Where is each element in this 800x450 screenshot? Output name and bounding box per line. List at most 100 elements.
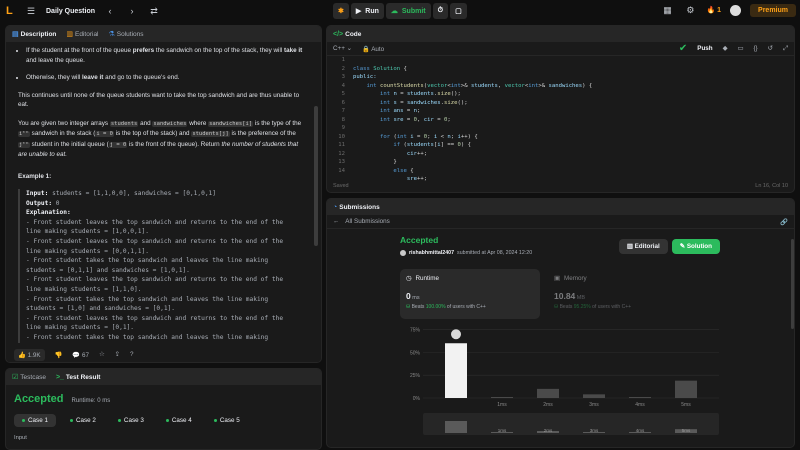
overview-tick-label: 1ms <box>498 428 507 433</box>
y-tick-label: 50% <box>410 350 421 356</box>
chart-bar[interactable] <box>675 380 697 398</box>
tab-solutions[interactable]: ⚗ Solutions <box>109 30 144 38</box>
undo-icon[interactable]: ↺ <box>768 45 773 52</box>
line-number: 9 <box>341 125 345 131</box>
code-title: </> Code <box>333 31 361 38</box>
submissions-panel: ◔ Submissions ← All Submissions 🔗 Accepte… <box>326 198 795 448</box>
description-scrollbar[interactable] <box>314 106 318 246</box>
terminal-icon: >_ <box>55 373 64 381</box>
explanation-line: - Front student takes the top sandwich a… <box>26 257 269 265</box>
text: is the front of the queue). Return <box>127 140 222 148</box>
github-icon[interactable]: ◆ <box>723 45 728 52</box>
submit-button[interactable]: ☁ Submit <box>385 3 431 19</box>
prev-problem-icon[interactable]: ‹ <box>103 4 117 18</box>
timer-button[interactable]: ⏱ <box>432 3 449 19</box>
tab-editorial[interactable]: ▥ Editorial <box>66 30 98 38</box>
inline-code: sandwiches <box>152 120 188 127</box>
chart-bar[interactable] <box>629 397 651 398</box>
page-title[interactable]: Daily Question <box>46 8 95 15</box>
top-bar: L ☰ Daily Question ‹ › ⇄ ✱ ▶ Run ☁ Submit … <box>0 0 800 22</box>
text: sandwich in the stack ( <box>29 130 96 137</box>
chart-overview-strip[interactable] <box>423 413 719 435</box>
case-tab-2[interactable]: Case 2 <box>62 414 104 427</box>
run-button[interactable]: ▶ Run <box>350 3 384 19</box>
description-footer: 👍 1.9K 👎 💬 67 ☆ ⇪ ? <box>6 347 321 362</box>
expand-icon[interactable]: ⤢ <box>783 45 788 53</box>
input-label: Input <box>14 435 27 441</box>
code-editor[interactable]: 1 2 3 4 5 6 7 8 9 10 11 12 13 14 class Solution {publ… <box>327 56 794 182</box>
leetcode-logo[interactable]: L <box>6 5 16 17</box>
problem-list-icon[interactable]: ☰ <box>24 4 38 18</box>
comments-button[interactable]: 💬 67 <box>72 351 89 359</box>
inline-code: sandwiches[i] <box>208 120 254 127</box>
premium-button[interactable]: Premium <box>750 3 796 17</box>
case-tab-4[interactable]: Case 4 <box>158 414 200 427</box>
flask-icon: ⚗ <box>108 31 115 38</box>
explanation-line: - Front student leaves the top sandwich … <box>26 218 284 226</box>
chart-bar[interactable] <box>445 343 467 398</box>
tab-description-label: Description <box>20 31 57 38</box>
flame-icon: 🔥 <box>706 7 716 14</box>
explanation-line: - Front student takes the top sandwich a… <box>26 333 269 341</box>
check-dot-icon <box>117 418 121 422</box>
tab-testcase[interactable]: ☑ Testcase <box>12 373 46 381</box>
help-icon[interactable]: ? <box>130 351 134 358</box>
like-button[interactable]: 👍 1.9K <box>14 348 45 361</box>
share-icon[interactable]: ⇪ <box>115 351 120 358</box>
explanation-line: - Front student leaves the top sandwich … <box>26 314 284 322</box>
inline-code: students <box>109 120 139 127</box>
settings-gear-icon[interactable]: ⚙ <box>683 3 697 17</box>
document-icon: ▤ <box>12 31 19 38</box>
case-tab-3[interactable]: Case 3 <box>110 414 152 427</box>
check-dot-icon <box>165 418 169 422</box>
streak-counter[interactable]: 🔥 1 <box>706 6 721 14</box>
line-number: 11 <box>338 142 345 148</box>
saved-status: Saved <box>333 183 349 189</box>
push-button[interactable]: Push <box>697 45 712 52</box>
debug-button[interactable]: ✱ <box>333 3 349 19</box>
dislike-icon[interactable]: 👎 <box>55 351 63 359</box>
next-problem-icon[interactable]: › <box>125 4 139 18</box>
check-dot-icon <box>22 418 25 422</box>
text: Otherwise, they will <box>26 74 82 81</box>
text: leave it <box>82 74 104 81</box>
like-count: 1.9K <box>27 351 41 359</box>
tab-description[interactable]: ▤ Description <box>12 30 56 38</box>
star-icon[interactable]: ☆ <box>99 351 105 358</box>
layout-icon[interactable]: ▦ <box>660 3 674 17</box>
case-tab-1[interactable]: Case 1 <box>14 414 56 427</box>
auto-toggle[interactable]: 🔒 Auto <box>362 45 384 53</box>
chart-bar[interactable] <box>583 394 605 398</box>
auto-label: Auto <box>371 45 385 53</box>
example-block: Input: students = [1,1,0,0], sandwiches … <box>18 189 306 343</box>
chart-bar[interactable] <box>491 397 513 398</box>
tab-test-result[interactable]: >_ Test Result <box>56 374 101 381</box>
checkbox-icon: ☑ <box>12 374 19 381</box>
test-status: Accepted <box>14 393 64 405</box>
paragraph: You are given two integer arrays student… <box>18 119 306 160</box>
inline-code: jᵗʰ <box>18 141 30 148</box>
description-panel: ▤Description ▥Editorial ⚗Solutions If th… <box>5 25 322 363</box>
braces-icon[interactable]: {} <box>753 45 757 52</box>
case-tab-5[interactable]: Case 5 <box>206 414 248 427</box>
x-tick-label: 4ms <box>635 402 645 408</box>
upload-icon: ☁ <box>390 8 398 15</box>
chart-bar[interactable] <box>537 388 559 398</box>
explanation-line: - Front student takes the top sandwich a… <box>26 295 269 303</box>
submissions-scrollbar[interactable] <box>791 239 794 329</box>
line-number: 10 <box>338 133 345 140</box>
language-select[interactable]: C++ ⌄ <box>333 45 352 52</box>
notes-button[interactable]: ▢ <box>450 3 467 19</box>
line-number: 8 <box>341 116 345 123</box>
line-number: 4 <box>341 82 345 89</box>
bookmark-icon[interactable]: ▭ <box>738 45 744 52</box>
code-line: } <box>393 159 397 165</box>
shuffle-icon[interactable]: ⇄ <box>147 4 161 18</box>
tab-editorial-label: Editorial <box>75 31 99 38</box>
example-explanation: - Front student leaves the top sandwich … <box>26 219 283 341</box>
source-code[interactable]: class Solution {public: int countStudent… <box>353 56 592 184</box>
inline-code: students[j] <box>191 131 230 137</box>
x-tick-label: 3ms <box>589 402 599 408</box>
avatar[interactable] <box>730 4 742 16</box>
